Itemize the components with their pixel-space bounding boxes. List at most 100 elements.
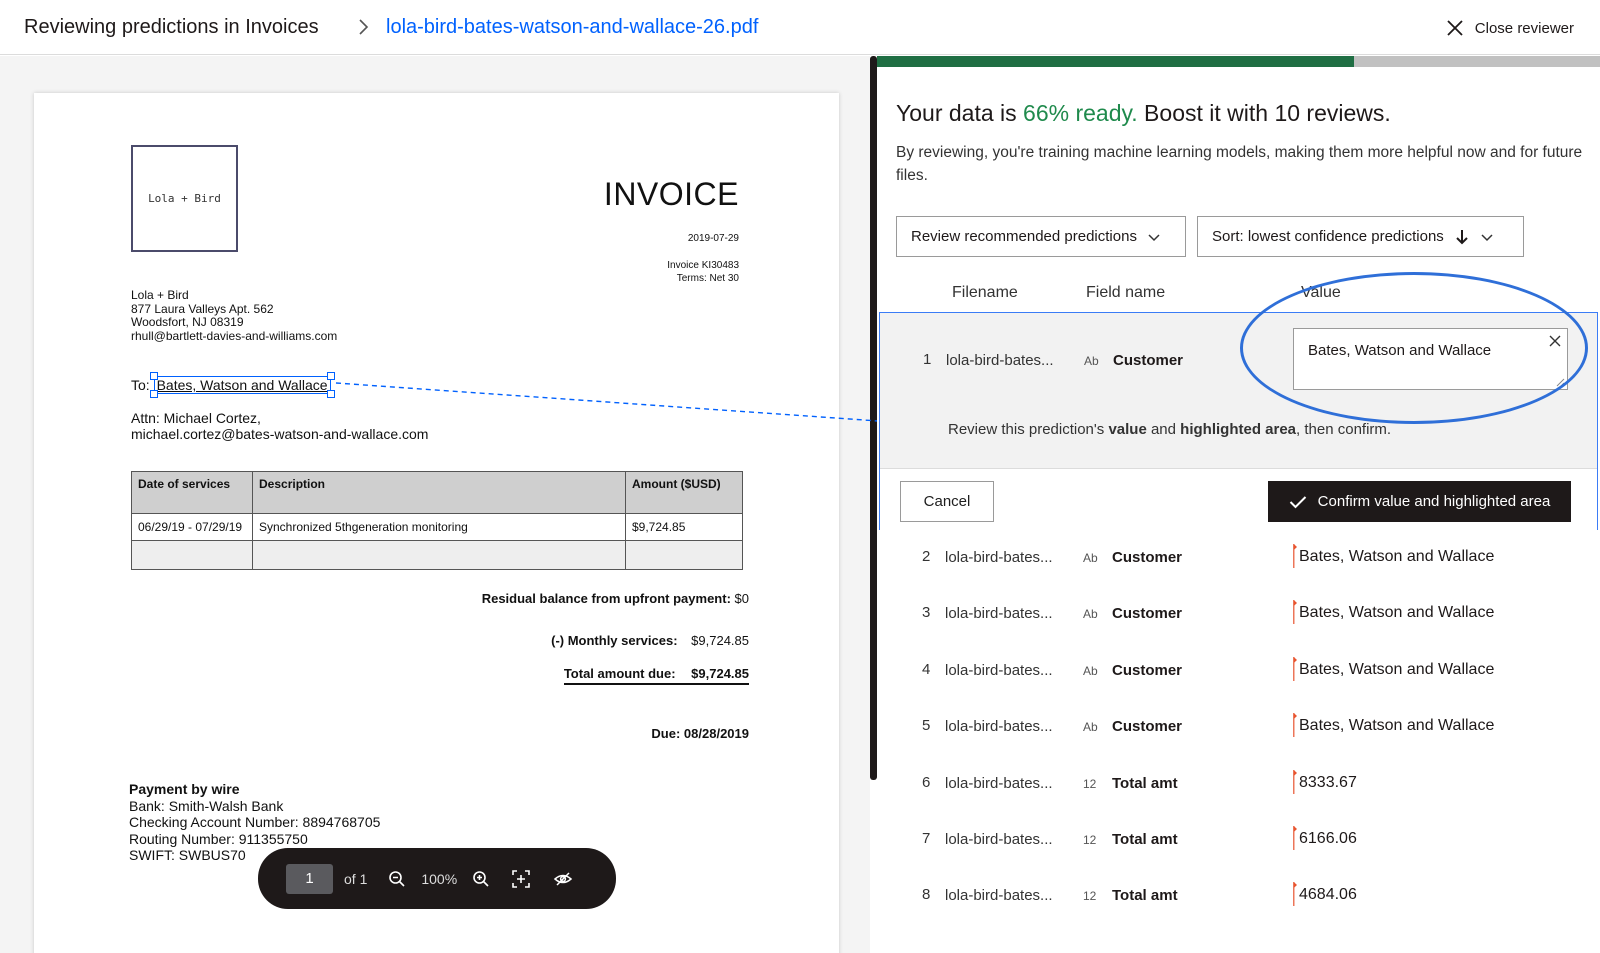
filter-dropdown[interactable]: Review recommended predictions	[896, 216, 1186, 257]
row-filename: lola-bird-bates...	[945, 887, 1053, 905]
text-type-icon: Ab	[1083, 663, 1098, 678]
row-field-name: Total amt	[1112, 831, 1178, 848]
prediction-row[interactable]: 7 lola-bird-bates... 12 Total amt 6166.06	[877, 812, 1600, 868]
hint-text: Review this prediction's	[948, 421, 1109, 438]
total-value: $9,724.85	[691, 666, 749, 681]
text-type-icon: Ab	[1084, 354, 1099, 368]
prediction-row[interactable]: 6 lola-bird-bates... 12 Total amt 8333.67	[877, 756, 1600, 812]
readiness-heading: Your data is 66% ready. Boost it with 10…	[896, 100, 1391, 127]
recipient-name: Bates, Watson and Wallace	[156, 377, 328, 393]
highlight-handle[interactable]	[149, 372, 158, 380]
sort-dropdown[interactable]: Sort: lowest confidence predictions	[1197, 216, 1524, 257]
invoice-terms: Terms: Net 30	[676, 273, 739, 284]
row-value: 6166.06	[1299, 830, 1357, 847]
zoom-in-icon[interactable]	[471, 869, 491, 889]
row-number: 4	[922, 660, 931, 678]
row-field-name: Customer	[1112, 605, 1183, 623]
invoice-page: Lola + Bird INVOICE 2019-07-29 Invoice K…	[34, 93, 839, 953]
payment-line: Routing Number: 911355750	[129, 830, 308, 847]
highlight-handle[interactable]	[326, 372, 335, 380]
breadcrumb-title: Reviewing predictions in Invoices	[24, 16, 319, 38]
table-header: Amount ($USD)	[625, 471, 743, 514]
prediction-row[interactable]: 4 lola-bird-bates... Ab Customer Bates, Wats…	[877, 643, 1600, 699]
row-field-name: Customer	[1112, 549, 1183, 566]
zoom-level: 100%	[421, 870, 458, 887]
active-prediction-row[interactable]: 1 lola-bird-bates... Ab Customer Bates, …	[880, 272, 1597, 468]
review-hint: Review this prediction's value and highl…	[948, 421, 1391, 438]
chevron-right-icon	[359, 19, 369, 35]
clear-icon[interactable]	[1548, 334, 1562, 348]
monthly-services: (-) Monthly services: $9,724.85	[551, 633, 749, 648]
row-number: 6	[922, 773, 931, 791]
text-type-icon: Ab	[1083, 720, 1098, 735]
row-value: Bates, Watson and Wallace	[1299, 717, 1495, 735]
text-type-icon: 12	[1083, 889, 1097, 904]
residual-balance: Residual balance from upfront payment: $…	[482, 591, 749, 606]
table-cell: 06/29/19 - 07/29/19	[131, 513, 253, 541]
monthly-label: (-) Monthly services:	[551, 633, 678, 648]
prediction-row[interactable]: 5 lola-bird-bates... Ab Customer Bates, Wats…	[877, 699, 1600, 755]
row-filename: lola-bird-bates...	[945, 774, 1053, 792]
close-reviewer-label: Close reviewer	[1474, 19, 1574, 37]
cancel-button[interactable]: Cancel	[900, 481, 994, 522]
table-header: Date of services	[131, 471, 253, 514]
resize-handle-icon[interactable]	[1556, 378, 1565, 387]
progress-fill	[877, 56, 1355, 67]
total-amount-due: Total amount due: $9,724.85	[563, 666, 749, 685]
row-value: Bates, Watson and Wallace	[1299, 548, 1495, 565]
highlight-handle[interactable]	[149, 390, 158, 398]
sender-line: Lola + Bird	[131, 288, 189, 302]
sender-line: 877 Laura Valleys Apt. 562	[131, 301, 274, 316]
row-value: 4684.06	[1299, 886, 1357, 904]
row-filename: lola-bird-bates...	[945, 831, 1053, 848]
prediction-row[interactable]: 2 lola-bird-bates... Ab Customer Bates, Wats…	[877, 530, 1600, 586]
fit-to-page-icon[interactable]	[511, 869, 531, 889]
confirm-button[interactable]: Confirm value and highlighted area	[1268, 481, 1571, 522]
breadcrumb-file-link[interactable]: lola-bird-bates-watson-and-wallace-26.pd…	[386, 16, 758, 39]
document-scrollbar[interactable]	[870, 56, 877, 780]
document-toolbar: 1 of 1 100%	[258, 848, 616, 909]
zoom-out-icon[interactable]	[387, 869, 407, 889]
page-number-input[interactable]: 1	[286, 863, 333, 894]
attn-line: Attn: Michael Cortez,	[131, 410, 261, 426]
prediction-row[interactable]: 3 lola-bird-bates... Ab Customer Bates, Wats…	[877, 586, 1600, 642]
highlighted-area[interactable]: Bates, Watson and Wallace	[149, 372, 335, 398]
low-confidence-flag-icon	[1293, 826, 1297, 850]
residual-label: Residual balance from upfront payment:	[481, 591, 731, 606]
table-row	[131, 540, 743, 570]
value-input[interactable]: Bates, Watson and Wallace	[1293, 328, 1568, 390]
invoice-number: Invoice KI30483	[667, 260, 739, 271]
readiness-percent: 66% ready.	[1023, 100, 1138, 126]
prediction-row[interactable]: 8 lola-bird-bates... 12 Total amt 4684.06	[877, 868, 1600, 924]
close-reviewer-button[interactable]: Close reviewer	[1445, 16, 1574, 40]
active-prediction-card: 1 lola-bird-bates... Ab Customer Bates, …	[879, 272, 1598, 530]
confirm-label: Confirm value and highlighted area	[1317, 493, 1551, 510]
sender-line: rhull@bartlett-davies-and-williams.com	[131, 328, 338, 343]
highlight-handle[interactable]	[326, 390, 335, 398]
hide-highlights-icon[interactable]	[553, 869, 573, 889]
close-icon	[1447, 20, 1463, 36]
row-field-name: Total amt	[1112, 887, 1178, 905]
column-header-filename: Filename	[952, 284, 1018, 301]
column-header-field: Field name	[1086, 284, 1166, 301]
row-number: 7	[922, 830, 931, 847]
hint-text: , then confirm.	[1296, 421, 1392, 438]
low-confidence-flag-icon	[1293, 882, 1297, 907]
to-label: To:	[131, 377, 150, 393]
low-confidence-flag-icon	[1293, 769, 1297, 794]
table-cell: $9,724.85	[625, 513, 743, 541]
document-viewer[interactable]: Lola + Bird INVOICE 2019-07-29 Invoice K…	[0, 56, 870, 953]
row-value: Bates, Watson and Wallace	[1299, 604, 1495, 622]
text-type-icon: Ab	[1083, 551, 1098, 565]
review-panel: Your data is 66% ready. Boost it with 10…	[877, 56, 1600, 953]
row-number: 3	[922, 604, 931, 622]
row-field-name: Customer	[1112, 661, 1183, 679]
low-confidence-flag-icon	[1293, 544, 1297, 568]
low-confidence-flag-icon	[1293, 600, 1297, 625]
payment-title: Payment by wire	[129, 781, 240, 797]
table-cell: Synchronized 5thgeneration monitoring	[252, 513, 626, 541]
attention-block: Attn: Michael Cortez, michael.cortez@bat…	[131, 410, 428, 442]
row-value: 8333.67	[1299, 773, 1357, 791]
row-filename: lola-bird-bates...	[945, 605, 1053, 623]
attn-line: michael.cortez@bates-watson-and-wallace.…	[131, 426, 429, 442]
